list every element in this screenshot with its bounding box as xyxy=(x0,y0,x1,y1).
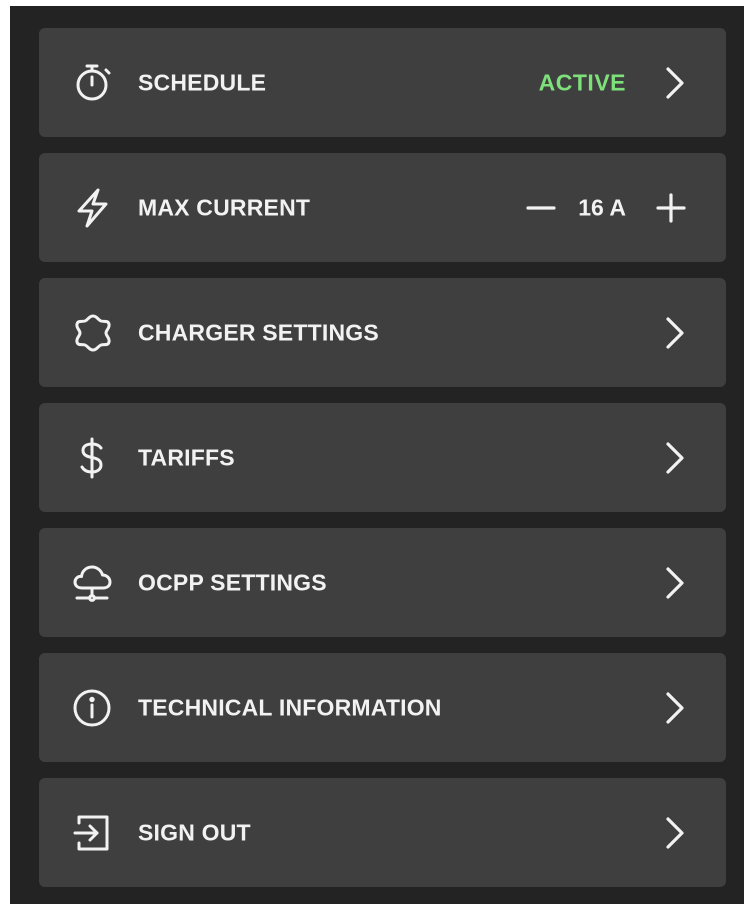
chevron-right-icon xyxy=(660,563,688,603)
chevron-right-icon xyxy=(660,438,688,478)
chevron-right-icon xyxy=(660,813,688,853)
technical-information-label: TECHNICAL INFORMATION xyxy=(138,694,442,720)
sign-out-label: SIGN OUT xyxy=(138,819,251,845)
max-current-row: MAX CURRENT 16 A xyxy=(39,153,726,262)
increase-current-button[interactable] xyxy=(651,188,691,228)
plus-icon xyxy=(656,192,686,223)
charger-settings-row[interactable]: CHARGER SETTINGS xyxy=(39,278,726,387)
dollar-icon xyxy=(71,436,115,480)
schedule-status-badge: ACTIVE xyxy=(538,69,626,95)
ocpp-settings-row[interactable]: OCPP SETTINGS xyxy=(39,528,726,637)
gear-icon xyxy=(71,311,115,355)
lightning-icon xyxy=(71,186,115,230)
chevron-right-icon xyxy=(660,63,688,103)
sign-out-row[interactable]: SIGN OUT xyxy=(39,778,726,887)
cloud-network-icon xyxy=(71,561,115,605)
sign-out-icon xyxy=(71,811,115,855)
chevron-right-icon xyxy=(660,313,688,353)
decrease-current-button[interactable] xyxy=(521,188,561,228)
info-icon xyxy=(71,686,115,730)
max-current-label: MAX CURRENT xyxy=(138,194,311,220)
schedule-row[interactable]: SCHEDULE ACTIVE xyxy=(39,28,726,137)
settings-menu: SCHEDULE ACTIVE MAX CURRENT 16 A CHARGER… xyxy=(0,0,744,904)
chevron-right-icon xyxy=(660,688,688,728)
tariffs-row[interactable]: TARIFFS xyxy=(39,403,726,512)
minus-icon xyxy=(526,205,556,210)
schedule-label: SCHEDULE xyxy=(138,69,267,95)
tariffs-label: TARIFFS xyxy=(138,444,235,470)
max-current-value: 16 A xyxy=(578,194,626,220)
ocpp-settings-label: OCPP SETTINGS xyxy=(138,569,327,595)
stopwatch-icon xyxy=(71,61,115,105)
technical-information-row[interactable]: TECHNICAL INFORMATION xyxy=(39,653,726,762)
charger-settings-label: CHARGER SETTINGS xyxy=(138,319,379,345)
